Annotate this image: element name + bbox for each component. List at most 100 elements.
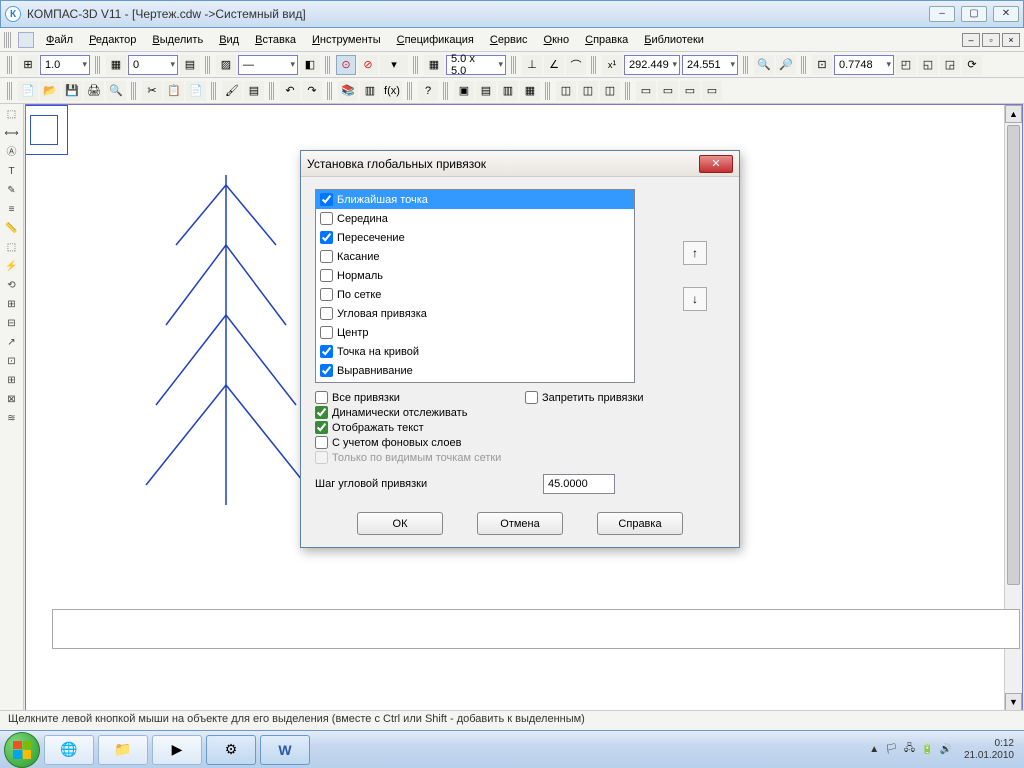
help-icon[interactable]: ? [418,81,438,101]
dim-icon[interactable]: ⟷ [2,125,22,143]
task-kompas[interactable]: ⚙ [206,735,256,765]
snap-item[interactable]: По сетке [316,285,634,304]
t2-e[interactable]: ◫ [556,81,576,101]
param-icon[interactable]: ≡ [2,201,22,219]
dialog-titlebar[interactable]: Установка глобальных привязок ✕ [301,151,739,177]
step-input[interactable] [543,474,615,494]
lib-icon[interactable]: 📚 [338,81,358,101]
tool-a[interactable]: ▤ [180,55,200,75]
copy-icon[interactable]: 📋 [164,81,184,101]
snap-listbox[interactable]: Ближайшая точкаСерединаПересечениеКасани… [315,189,635,383]
s13[interactable]: ↗ [2,334,22,352]
s16[interactable]: ⊠ [2,391,22,409]
opt-all[interactable]: Все привязки [315,391,515,404]
zoom-out-icon[interactable]: 🔎 [776,55,796,75]
hatch-icon[interactable]: ▨ [216,55,236,75]
task-media[interactable]: ▶ [152,735,202,765]
move-down-button[interactable]: ↓ [683,287,707,311]
snap-magnet-on-icon[interactable]: ⊙ [336,55,356,75]
s15[interactable]: ⊞ [2,372,22,390]
opt-showtext[interactable]: Отображать текст [315,421,515,434]
scroll-thumb[interactable] [1007,125,1020,585]
menu-Вид[interactable]: Вид [211,32,247,48]
save-icon[interactable]: 💾 [62,81,82,101]
meas-icon[interactable]: 📏 [2,220,22,238]
clock[interactable]: 0:12 21.01.2010 [958,738,1020,762]
ortho-icon[interactable]: ⊥ [522,55,542,75]
s12[interactable]: ⊟ [2,315,22,333]
t2-h[interactable]: ▭ [636,81,656,101]
dialog-close-button[interactable]: ✕ [699,155,733,173]
t2-j[interactable]: ▭ [680,81,700,101]
txt-icon[interactable]: T [2,163,22,181]
props-icon[interactable]: ▤ [244,81,264,101]
snap-item[interactable]: Ближайшая точка [316,190,634,209]
t2-i[interactable]: ▭ [658,81,678,101]
scale-combo[interactable]: 1.0 [40,55,90,75]
s17[interactable]: ≋ [2,410,22,428]
preview-icon[interactable]: 🔍 [106,81,126,101]
t2-k[interactable]: ▭ [702,81,722,101]
menu-Библиотеки[interactable]: Библиотеки [636,32,712,48]
tool-z1[interactable]: ◰ [896,55,916,75]
menu-Вставка[interactable]: Вставка [247,32,304,48]
cut-icon[interactable]: ✂ [142,81,162,101]
t2-a[interactable]: ▣ [454,81,474,101]
hatch-combo[interactable]: — [238,55,298,75]
s14[interactable]: ⊡ [2,353,22,371]
menu-Выделить[interactable]: Выделить [144,32,211,48]
snap-item[interactable]: Центр [316,323,634,342]
tool-z4[interactable]: ⟳ [962,55,982,75]
snap-magnet-icon[interactable]: ⊘ [358,55,378,75]
tool-b[interactable]: ◧ [300,55,320,75]
angle-icon[interactable]: ∠ [544,55,564,75]
doc-mgr-icon[interactable]: ▥ [360,81,380,101]
snap-item[interactable]: Угловая привязка [316,304,634,323]
snap-item[interactable]: Касание [316,247,634,266]
assoc-icon[interactable]: ⟲ [2,277,22,295]
tray-flag2-icon[interactable]: 🏳 [885,744,898,755]
cancel-button[interactable]: Отмена [477,512,563,535]
opt-gridvis[interactable]: Только по видимым точкам сетки [315,451,515,464]
close-button[interactable]: ✕ [993,6,1019,22]
coord-y[interactable]: 24.551 [682,55,738,75]
round-icon[interactable]: ⌒ [566,55,586,75]
layout-icon[interactable]: ⊞ [18,55,38,75]
task-explorer[interactable]: 📁 [98,735,148,765]
s11[interactable]: ⊞ [2,296,22,314]
snap-item[interactable]: Выравнивание [316,361,634,380]
task-ie[interactable]: 🌐 [44,735,94,765]
scroll-down-icon[interactable]: ▼ [1005,693,1022,711]
redo-icon[interactable]: ↷ [302,81,322,101]
zoom-fit-icon[interactable]: ⊡ [812,55,832,75]
snap-item[interactable]: Середина [316,209,634,228]
opt-forbid[interactable]: Запретить привязки [525,391,725,404]
mdi-minimize[interactable]: – [962,33,980,47]
tray-flag-icon[interactable]: ▲ [869,744,879,755]
sym-icon[interactable]: Ⓐ [2,144,22,162]
tool-z2[interactable]: ◱ [918,55,938,75]
system-tray[interactable]: ▲ 🏳 🖧 🔋 🔊 0:12 21.01.2010 [869,738,1020,762]
tray-vol-icon[interactable]: 🔊 [939,744,951,755]
menu-Сервис[interactable]: Сервис [482,32,536,48]
mdi-close[interactable]: × [1002,33,1020,47]
tool-z3[interactable]: ◲ [940,55,960,75]
zoom-combo[interactable]: 0.7748 [834,55,894,75]
coord-x-icon[interactable]: x¹ [602,55,622,75]
coord-x[interactable]: 292.449 [624,55,680,75]
grid-icon[interactable]: ▦ [424,55,444,75]
snap-drop-icon[interactable]: ▾ [380,55,408,75]
menu-Файл[interactable]: Файл [38,32,81,48]
undo-icon[interactable]: ↶ [280,81,300,101]
fx-icon[interactable]: f(x) [382,81,402,101]
menu-Спецификация[interactable]: Спецификация [389,32,482,48]
menu-Окно[interactable]: Окно [536,32,578,48]
scroll-up-icon[interactable]: ▲ [1005,105,1022,123]
zoom-in-icon[interactable]: 🔍 [754,55,774,75]
spec-icon[interactable]: ⚡ [2,258,22,276]
restore-button[interactable]: ▢ [961,6,987,22]
t2-d[interactable]: ▦ [520,81,540,101]
paste-icon[interactable]: 📄 [186,81,206,101]
opt-dynamic[interactable]: Динамически отслеживать [315,406,515,419]
menu-Редактор[interactable]: Редактор [81,32,144,48]
